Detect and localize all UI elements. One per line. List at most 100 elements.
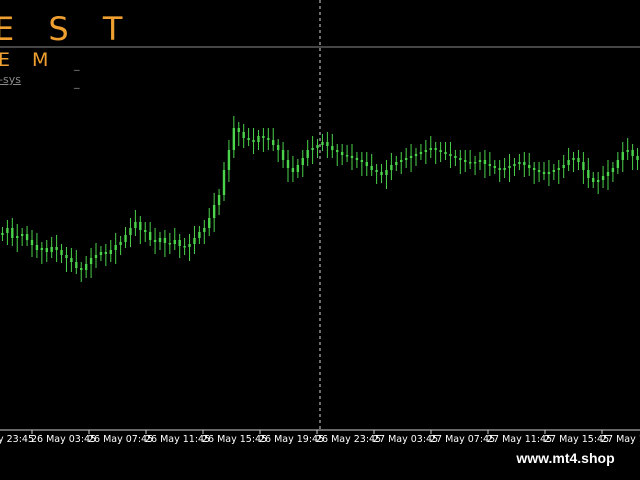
candle-body (306, 150, 309, 158)
time-axis-label: 26 May 11:45 (145, 434, 210, 445)
candle-body (158, 238, 162, 242)
candle-body (173, 240, 176, 244)
candle-body (153, 240, 157, 242)
candle-body (488, 164, 492, 166)
candle-body (523, 162, 526, 165)
candle-body (40, 248, 44, 250)
candle-body (375, 170, 378, 172)
candle-body (80, 268, 83, 270)
candle-body (276, 145, 280, 150)
candle-body (468, 162, 472, 164)
candle-body (340, 152, 344, 155)
candle-body (129, 228, 132, 235)
price-chart[interactable]: y 23:4526 May 03:4526 May 07:4526 May 11… (0, 0, 640, 480)
candle-body (636, 156, 639, 160)
candle-body (257, 136, 260, 142)
candle-body (208, 218, 211, 228)
candle-body (212, 205, 216, 218)
time-axis-label: 27 May 07:45 (430, 434, 495, 445)
candle-body (321, 142, 324, 145)
candle-body (582, 162, 585, 170)
candle-body (528, 165, 531, 168)
candle-body (537, 170, 541, 172)
candle-body (65, 255, 68, 258)
candle-body (311, 148, 314, 150)
candle-body (365, 162, 368, 166)
candle-body (139, 222, 142, 230)
candle-body (429, 148, 432, 150)
candle-body (198, 232, 201, 238)
candle-body (390, 165, 393, 170)
candle-body (513, 164, 516, 166)
candle-body (50, 247, 53, 252)
candle-body (1, 233, 4, 235)
candle-body (94, 255, 98, 258)
indicator-label[interactable]: -sys (0, 73, 21, 86)
candle-body (350, 156, 354, 158)
candle-body (621, 152, 624, 160)
candle-body (84, 264, 88, 270)
candle-body (419, 152, 423, 154)
candle-body (45, 248, 48, 252)
candle-body (592, 178, 595, 182)
candle-body (395, 162, 398, 165)
candle-body (385, 170, 388, 175)
candle-body (498, 168, 501, 170)
chart-window[interactable]: y 23:45 26 May 03:45 26 May 07:45 26 May 11… (0, 0, 640, 480)
candle-body (114, 245, 117, 250)
candle-body (16, 236, 19, 238)
candle-body (25, 234, 29, 240)
candle-body (606, 172, 610, 176)
candle-body (345, 155, 349, 157)
time-axis-label: 27 May 19 (601, 434, 640, 445)
candle-body (124, 235, 127, 242)
candle-body (444, 152, 447, 154)
candle-body (163, 238, 167, 243)
candle-body (99, 252, 103, 255)
candle-body (301, 158, 304, 165)
time-axis-label: 26 May 19:45 (259, 434, 324, 445)
candle-body (459, 158, 462, 160)
candle-body (281, 150, 285, 160)
candle-body (119, 242, 122, 245)
candle-body (227, 150, 231, 170)
candle-body (483, 160, 487, 164)
candle-body (557, 168, 560, 170)
candle-body (217, 195, 221, 205)
candle-body (493, 166, 496, 168)
candle-body (414, 154, 418, 156)
candle-body (503, 168, 506, 170)
candle-body (454, 156, 457, 158)
candle-body (542, 172, 546, 174)
candle-body (35, 245, 39, 250)
candle-body (473, 162, 477, 164)
candle-body (518, 162, 521, 164)
candle-body (286, 160, 290, 168)
candle-body (6, 228, 9, 233)
candle-body (168, 243, 172, 245)
candle-body (267, 138, 270, 140)
candle-body (331, 146, 334, 150)
time-axis-label: 26 May 15:45 (202, 434, 267, 445)
candle-body (109, 250, 112, 254)
time-axis-label: 26 May 03:45 (31, 434, 96, 445)
candle-body (55, 247, 58, 250)
candle-body (404, 158, 408, 160)
time-axis-label: 27 May 03:45 (373, 434, 438, 445)
candle-body (631, 150, 634, 156)
candle-body (552, 170, 556, 172)
indicator-dash-1: _ (74, 58, 80, 71)
candle-body (508, 166, 511, 168)
candle-body (587, 170, 590, 178)
candle-body (577, 158, 580, 162)
candle-body (478, 160, 482, 162)
watermark: www.mt4.shop (497, 446, 634, 470)
candle-body (262, 136, 265, 138)
candle-body (75, 262, 78, 268)
candle-body (316, 145, 319, 148)
brand-subtitle: E M (0, 49, 57, 71)
candle-body (203, 228, 206, 232)
candle-body (439, 150, 442, 152)
candle-body (70, 258, 73, 262)
candle-body (572, 158, 575, 160)
